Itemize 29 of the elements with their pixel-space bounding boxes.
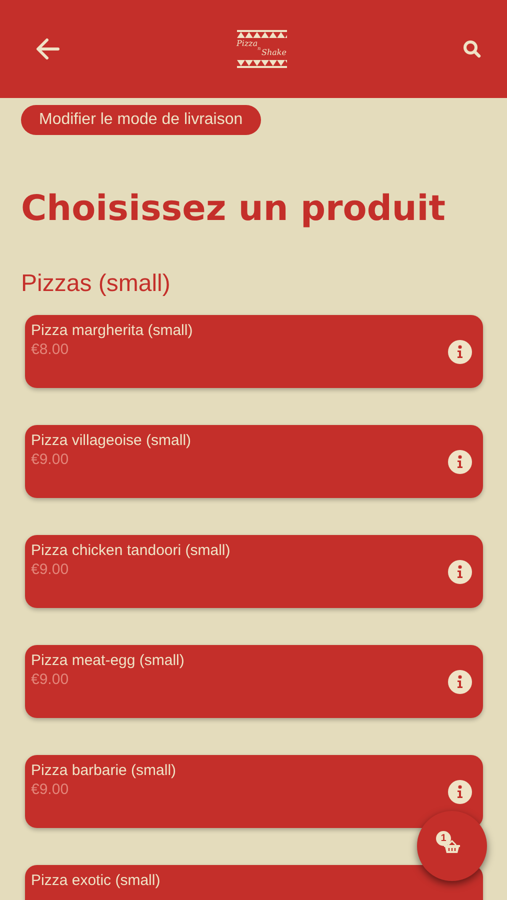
- delivery-mode-button[interactable]: Modifier le mode de livraison: [21, 105, 261, 135]
- product-card[interactable]: Pizza villageoise (small) €9.00: [25, 425, 483, 498]
- basket-icon: [444, 840, 460, 853]
- info-icon[interactable]: [448, 780, 472, 804]
- product-card[interactable]: Pizza exotic (small): [25, 865, 483, 900]
- product-card[interactable]: Pizza meat-egg (small) €9.00: [25, 645, 483, 718]
- product-price: €9.00: [31, 780, 69, 799]
- info-icon[interactable]: [448, 560, 472, 584]
- cart-count-badge: 1: [436, 831, 451, 846]
- product-name: Pizza meat-egg (small): [31, 652, 184, 669]
- product-name: Pizza chicken tandoori (small): [31, 542, 230, 559]
- product-name: Pizza exotic (small): [31, 872, 160, 889]
- product-card[interactable]: Pizza margherita (small) €8.00: [25, 315, 483, 388]
- page-title: Choisissez un produit: [21, 188, 446, 231]
- search-icon[interactable]: [463, 40, 481, 58]
- product-price: €9.00: [31, 670, 69, 689]
- product-name: Pizza villageoise (small): [31, 432, 192, 449]
- product-card[interactable]: Pizza barbarie (small) €9.00: [25, 755, 483, 828]
- product-name: Pizza barbarie (small): [31, 762, 176, 779]
- product-price: €9.00: [31, 560, 69, 579]
- info-icon[interactable]: [448, 450, 472, 474]
- product-price: €9.00: [31, 450, 69, 469]
- product-name: Pizza margherita (small): [31, 322, 193, 339]
- section-heading: Pizzas (small): [21, 269, 170, 299]
- product-card[interactable]: Pizza chicken tandoori (small) €9.00: [25, 535, 483, 608]
- back-icon[interactable]: [36, 38, 60, 60]
- product-price: €8.00: [31, 340, 69, 359]
- info-icon[interactable]: [448, 340, 472, 364]
- info-icon[interactable]: [448, 670, 472, 694]
